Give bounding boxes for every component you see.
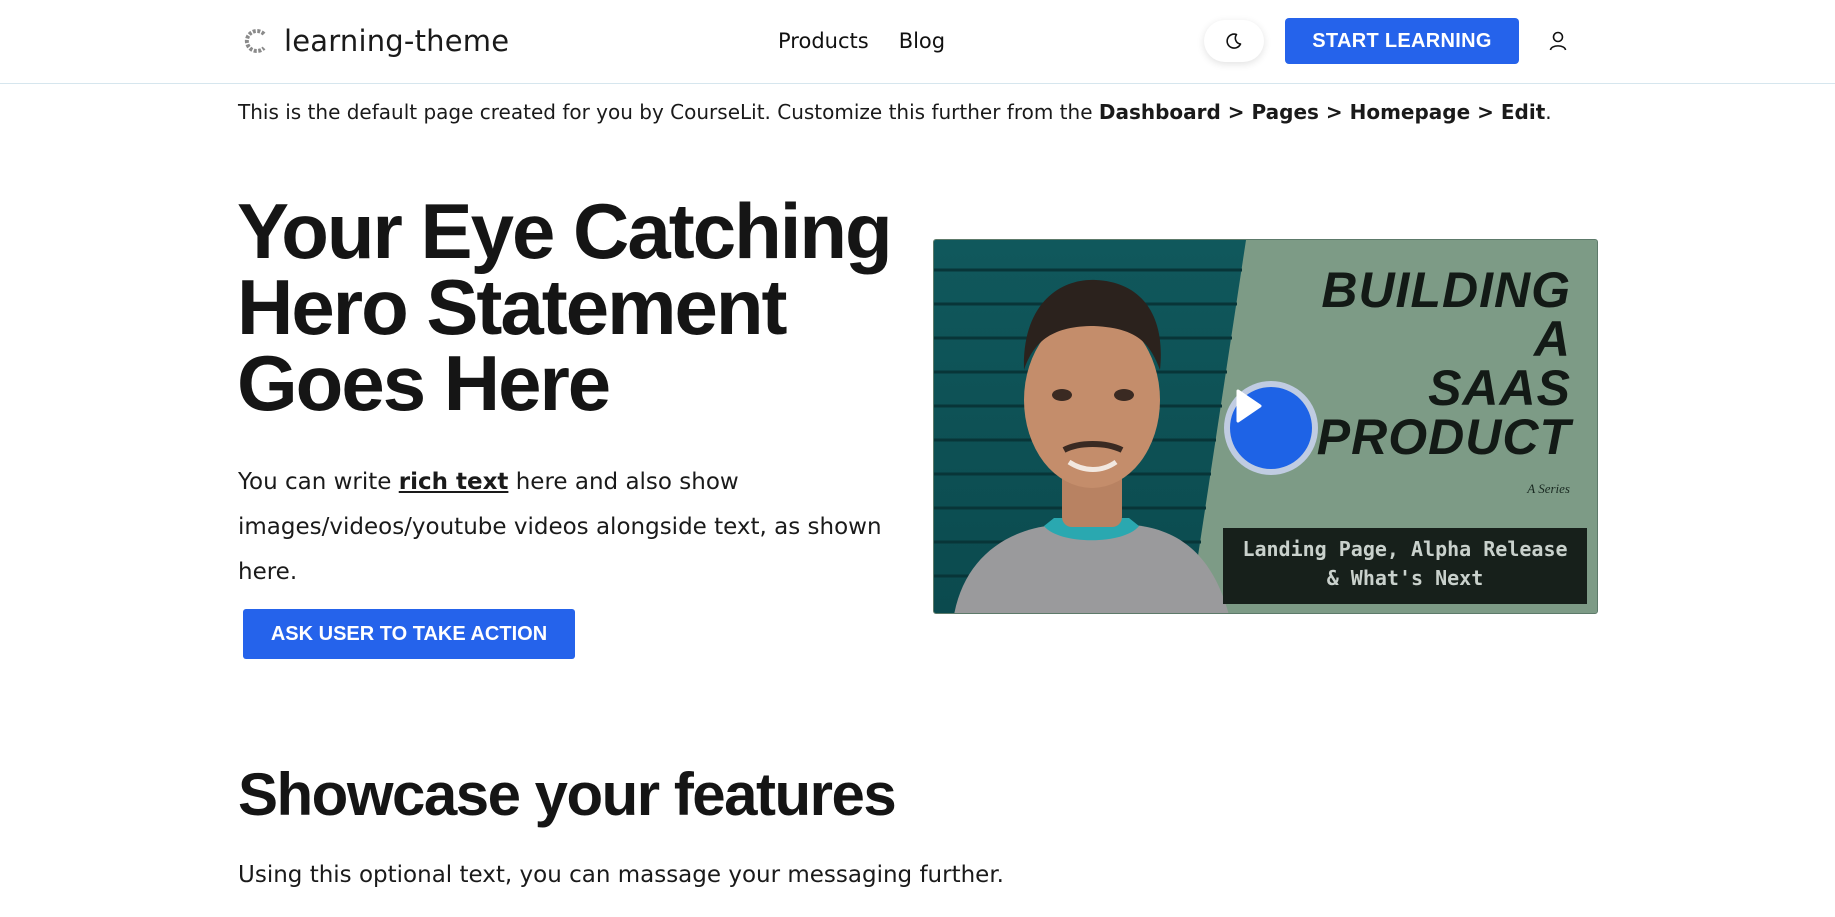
play-button[interactable] [1224, 381, 1318, 475]
video-title-line: BUILDING [1321, 262, 1571, 318]
nav-link-blog[interactable]: Blog [899, 29, 945, 53]
video-subtitle-line: & What's Next [1326, 566, 1484, 590]
video-title-line: PRODUCT [1316, 409, 1571, 465]
video-series-label: A Series [1527, 481, 1570, 496]
video-title-line: A [1533, 311, 1571, 367]
features-description: Using this optional text, you can massag… [238, 862, 1004, 888]
logo-icon [244, 29, 266, 53]
play-icon [1236, 389, 1262, 423]
site-header: learning-theme Products Blog START LEARN… [0, 0, 1835, 84]
user-icon[interactable] [1545, 28, 1571, 54]
rich-text-link[interactable]: rich text [399, 469, 509, 495]
hero-title-line: Your Eye Catching [237, 187, 893, 275]
hero-title: Your Eye Catching Hero Statement Goes He… [237, 187, 937, 427]
video-subtitle-line: Landing Page, Alpha Release [1242, 537, 1568, 561]
hero-description: You can write rich text here and also sh… [238, 460, 918, 595]
notice-suffix: . [1545, 100, 1552, 124]
video-title: BUILDING A SAAS PRODUCT [1316, 262, 1571, 465]
hero-desc-text: You can write [238, 469, 399, 495]
notice-path: Dashboard > Pages > Homepage > Edit [1098, 100, 1546, 124]
hero-video[interactable]: BUILDING A SAAS PRODUCT A Series Landing… [933, 239, 1598, 614]
site-logo[interactable]: learning-theme [242, 24, 509, 58]
hero-title-line: Hero Statement [237, 263, 787, 351]
notice-text: This is the default page created for you… [238, 100, 1099, 124]
nav-link-products[interactable]: Products [778, 29, 869, 53]
default-page-notice: This is the default page created for you… [238, 100, 1552, 124]
moon-icon [1226, 33, 1242, 49]
main-nav: Products Blog [778, 29, 945, 53]
site-name: learning-theme [284, 24, 510, 58]
hero-title-line: Goes Here [237, 339, 611, 427]
features-title: Showcase your features [238, 761, 897, 828]
video-subtitle-box: Landing Page, Alpha Release & What's Nex… [1223, 528, 1587, 604]
hero-action-button[interactable]: ASK USER TO TAKE ACTION [243, 609, 575, 659]
video-title-line: SAAS [1428, 360, 1571, 416]
theme-toggle-button[interactable] [1204, 20, 1264, 62]
start-learning-button[interactable]: START LEARNING [1285, 18, 1519, 64]
